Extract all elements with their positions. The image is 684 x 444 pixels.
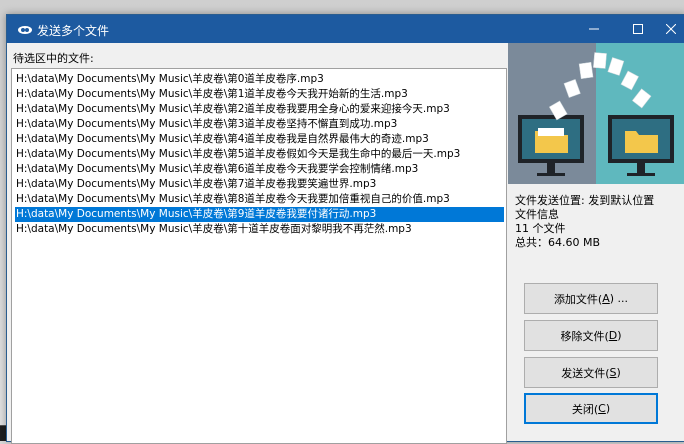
title-bar[interactable]: 发送多个文件 xyxy=(7,15,684,43)
list-item[interactable]: H:\data\My Documents\My Music\羊皮卷\第十道羊皮卷… xyxy=(15,222,504,237)
pending-files-label: 待选区中的文件: xyxy=(13,52,94,65)
close-label-end: ) xyxy=(605,402,611,415)
transfer-info: 文件发送位置: 发到默认位置 文件信息 11 个文件 总共：64.60 MB xyxy=(515,194,654,250)
file-transfer-illustration xyxy=(508,43,684,184)
maximize-icon xyxy=(633,24,643,34)
remove-files-button[interactable]: 移除文件(D) xyxy=(524,320,658,351)
send-files-label-end: ) xyxy=(616,366,621,379)
list-item[interactable]: H:\data\My Documents\My Music\羊皮卷\第3道羊皮卷… xyxy=(15,117,504,132)
send-files-button[interactable]: 发送文件(S) xyxy=(524,357,658,388)
list-item[interactable]: H:\data\My Documents\My Music\羊皮卷\第6道羊皮卷… xyxy=(15,162,504,177)
app-icon xyxy=(18,26,32,34)
send-files-label: 发送文件( xyxy=(561,366,610,380)
list-item[interactable]: H:\data\My Documents\My Music\羊皮卷\第7道羊皮卷… xyxy=(15,177,504,192)
minimize-icon xyxy=(589,28,599,30)
add-files-label: 添加文件( xyxy=(553,292,603,306)
list-item[interactable]: H:\data\My Documents\My Music\羊皮卷\第4道羊皮卷… xyxy=(15,132,504,147)
close-window-button[interactable] xyxy=(657,15,684,43)
close-button[interactable]: 关闭(C) xyxy=(524,393,658,424)
add-files-button[interactable]: 添加文件(A) ... xyxy=(524,283,658,314)
maximize-button[interactable] xyxy=(615,15,661,43)
close-icon xyxy=(666,24,676,34)
list-item[interactable]: H:\data\My Documents\My Music\羊皮卷\第8道羊皮卷… xyxy=(15,192,504,207)
pending-files-list[interactable]: H:\data\My Documents\My Music\羊皮卷\第0道羊皮卷… xyxy=(11,68,507,444)
remove-files-label: 移除文件( xyxy=(560,329,609,343)
list-item[interactable]: H:\data\My Documents\My Music\羊皮卷\第1道羊皮卷… xyxy=(15,87,504,102)
window-title: 发送多个文件 xyxy=(37,24,110,38)
list-item[interactable]: H:\data\My Documents\My Music\羊皮卷\第5道羊皮卷… xyxy=(15,147,504,162)
send-files-dialog: 发送多个文件 待选区中的文件: H:\data\My Documents\My … xyxy=(6,14,684,444)
remove-files-hotkey: D xyxy=(608,329,618,342)
add-files-hotkey: A xyxy=(602,292,610,305)
remove-files-label-end: ) xyxy=(617,329,622,342)
file-info-heading: 文件信息 xyxy=(515,208,559,221)
minimize-button[interactable] xyxy=(571,15,617,43)
file-count-text: 11 个文件 xyxy=(515,222,566,235)
send-location-text: 文件发送位置: 发到默认位置 xyxy=(515,194,655,207)
close-label: 关闭( xyxy=(571,402,599,416)
total-size-text: 总共：64.60 MB xyxy=(515,236,601,249)
add-files-label-end: ) ... xyxy=(609,292,629,305)
send-files-hotkey: S xyxy=(609,366,617,379)
list-item[interactable]: H:\data\My Documents\My Music\羊皮卷\第2道羊皮卷… xyxy=(15,102,504,117)
list-item[interactable]: H:\data\My Documents\My Music\羊皮卷\第0道羊皮卷… xyxy=(15,72,504,87)
list-item-selected[interactable]: H:\data\My Documents\My Music\羊皮卷\第9道羊皮卷… xyxy=(15,207,504,222)
close-hotkey: C xyxy=(598,402,606,415)
